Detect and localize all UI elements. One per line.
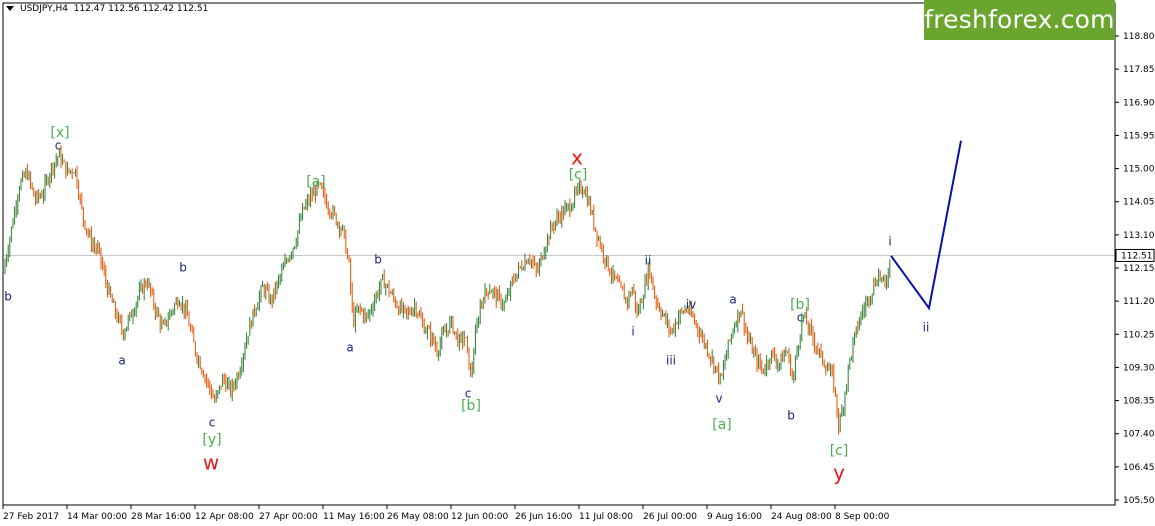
ohlc-open: 112.47 [73, 4, 106, 14]
price-tick-label: 115.95 [1123, 131, 1155, 141]
plot-frame [2, 2, 1116, 506]
candles [4, 145, 891, 435]
time-tick-label: 26 Jul 00:00 [643, 512, 697, 522]
wave-label: [a] [712, 417, 732, 433]
price-tick-label: 116.90 [1123, 98, 1155, 108]
wave-label: c [209, 416, 216, 430]
price-tick-label: 113.10 [1123, 231, 1155, 241]
price-tick-label: 106.45 [1123, 463, 1155, 473]
time-tick-label: 26 May 08:00 [387, 512, 449, 522]
ohlc-low: 112.42 [142, 4, 174, 14]
time-tick-label: 9 Aug 16:00 [707, 512, 762, 522]
price-chart[interactable]: 118.80 117.85 116.90 115.95 115.00 114.05 113.… [0, 0, 1155, 526]
wave-label: a [729, 293, 736, 307]
time-tick-label: 8 Sep 00:00 [835, 512, 890, 522]
wave-label: b [374, 253, 382, 267]
price-tick-label: 108.35 [1123, 397, 1155, 407]
symbol-name: USDJPY,H4 [20, 4, 68, 14]
time-tick-label: 27 Apr 00:00 [259, 512, 318, 522]
wave-label: c [797, 311, 804, 325]
wave-label: i [631, 325, 634, 339]
wave-label: b [4, 290, 12, 304]
wave-label: [c] [830, 443, 849, 459]
brand-logo: freshforex.com [924, 0, 1115, 40]
wave-label: ii [645, 254, 652, 268]
wave-label: iii [666, 354, 676, 368]
wave-label: iv [686, 298, 696, 312]
wave-label: i [888, 235, 891, 249]
wave-label: w [203, 451, 219, 475]
price-tick-label: 110.25 [1123, 330, 1155, 340]
time-tick-label: 27 Feb 2017 [3, 512, 59, 522]
price-tag-text: 112.51 [1121, 251, 1153, 261]
price-tick-label: 112.15 [1123, 264, 1155, 274]
wave-label: a [346, 341, 353, 355]
current-price-tag: 112.51 [1115, 248, 1155, 262]
symbol-info: USDJPY,H4 112.47 112.56 112.42 112.51 [20, 4, 208, 14]
chart-window[interactable]: 118.80 117.85 116.90 115.95 115.00 114.05 113.… [0, 0, 1155, 526]
time-tick-label: 14 Mar 00:00 [67, 512, 127, 522]
price-axis: 118.80 117.85 116.90 115.95 115.00 114.05 113.… [1115, 32, 1155, 506]
ohlc-close: 112.51 [176, 4, 209, 14]
time-tick-label: 24 Aug 08:00 [771, 512, 832, 522]
forecast-polyline [890, 140, 962, 311]
wave-label: ii [923, 321, 930, 335]
wave-label: [b] [461, 398, 481, 414]
wave-label: [a] [306, 174, 326, 190]
time-tick-label: 28 Mar 16:00 [131, 512, 191, 522]
price-tick-label: 105.50 [1123, 496, 1155, 506]
price-tick-label: 107.40 [1123, 430, 1155, 440]
wave-label: y [833, 461, 845, 485]
price-tick-label: 118.80 [1123, 32, 1155, 42]
wave-label: [y] [202, 432, 221, 448]
time-tick-label: 11 Jul 08:00 [579, 512, 633, 522]
time-tick-label: 12 Apr 08:00 [195, 512, 254, 522]
price-tick-label: 114.05 [1123, 198, 1155, 208]
wave-label: b [179, 261, 187, 275]
wave-labels: b[x]cabc[y]w[a]bac[b]x[c]iiiiviiiav[a][b… [4, 125, 929, 485]
symbol-dropdown-icon[interactable] [6, 6, 14, 11]
wave-label: a [118, 354, 125, 368]
time-tick-label: 26 Jun 16:00 [515, 512, 572, 522]
price-tick-label: 117.85 [1123, 65, 1155, 75]
price-tick-label: 111.20 [1123, 297, 1155, 307]
time-axis: 27 Feb 2017 14 Mar 00:00 28 Mar 16:00 12 Ap… [2, 505, 890, 522]
forecast-line [890, 140, 962, 311]
wave-label: [c] [569, 167, 588, 183]
wave-label: c [55, 139, 62, 153]
wave-label: v [715, 392, 722, 406]
wave-label: x [571, 146, 583, 170]
time-tick-label: 11 May 16:00 [323, 512, 385, 522]
price-tick-label: 115.00 [1123, 165, 1155, 175]
wave-label: b [787, 409, 795, 423]
time-tick-label: 12 Jun 00:00 [451, 512, 508, 522]
price-tick-label: 109.30 [1123, 363, 1155, 373]
ohlc-high: 112.56 [108, 4, 140, 14]
